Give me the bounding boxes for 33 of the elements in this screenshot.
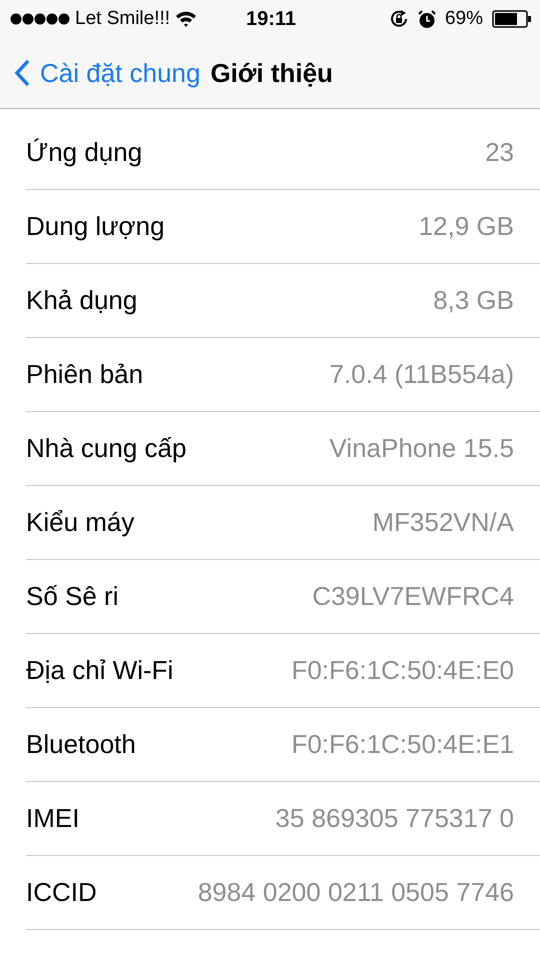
row-value: MF352VN/A [372,507,514,538]
row-label: IMEI [26,803,80,834]
rotation-lock-icon [388,9,409,29]
row-value: 35 869305 775317 0 [275,803,514,834]
row-value: 8984 0200 0211 0505 7746 [198,877,514,908]
row-value: 8,3 GB [433,285,514,316]
battery-percent: 69% [444,8,483,30]
row-value: C39LV7EWFRC4 [312,581,514,612]
row-label: Nhà cung cấp [26,433,186,464]
row-label: ICCID [26,877,97,908]
back-button[interactable]: Cài đặt chung [14,58,200,88]
row-value: 12,9 GB [418,211,514,242]
page-title: Giới thiệu [210,58,333,88]
row-label: Phiên bản [26,359,144,390]
row-value: 7.0.4 (11B554a) [329,359,514,390]
row-value: 23 [485,137,514,168]
row-label: Kiểu máy [26,507,134,538]
row-value: VinaPhone 15.5 [329,433,514,464]
row-value: F0:F6:1C:50:4E:E1 [291,729,514,760]
row-label: Số Sê ri [26,581,118,612]
wifi-icon [175,11,198,27]
battery-icon [492,10,532,28]
row-label: Khả dụng [26,285,138,316]
clock-time: 19:11 [246,8,296,30]
signal-icon [10,13,70,25]
row-label: Bluetooth [26,729,136,760]
chevron-left-icon [14,59,30,87]
row-label: Ứng dụng [26,137,142,168]
row-label: Dung lượng [26,211,165,242]
row-value: F0:F6:1C:50:4E:E0 [291,655,514,686]
alarm-icon [418,10,436,28]
row-label: Địa chỉ Wi-Fi [26,655,174,686]
carrier-name: Let Smile!!! [75,8,170,30]
